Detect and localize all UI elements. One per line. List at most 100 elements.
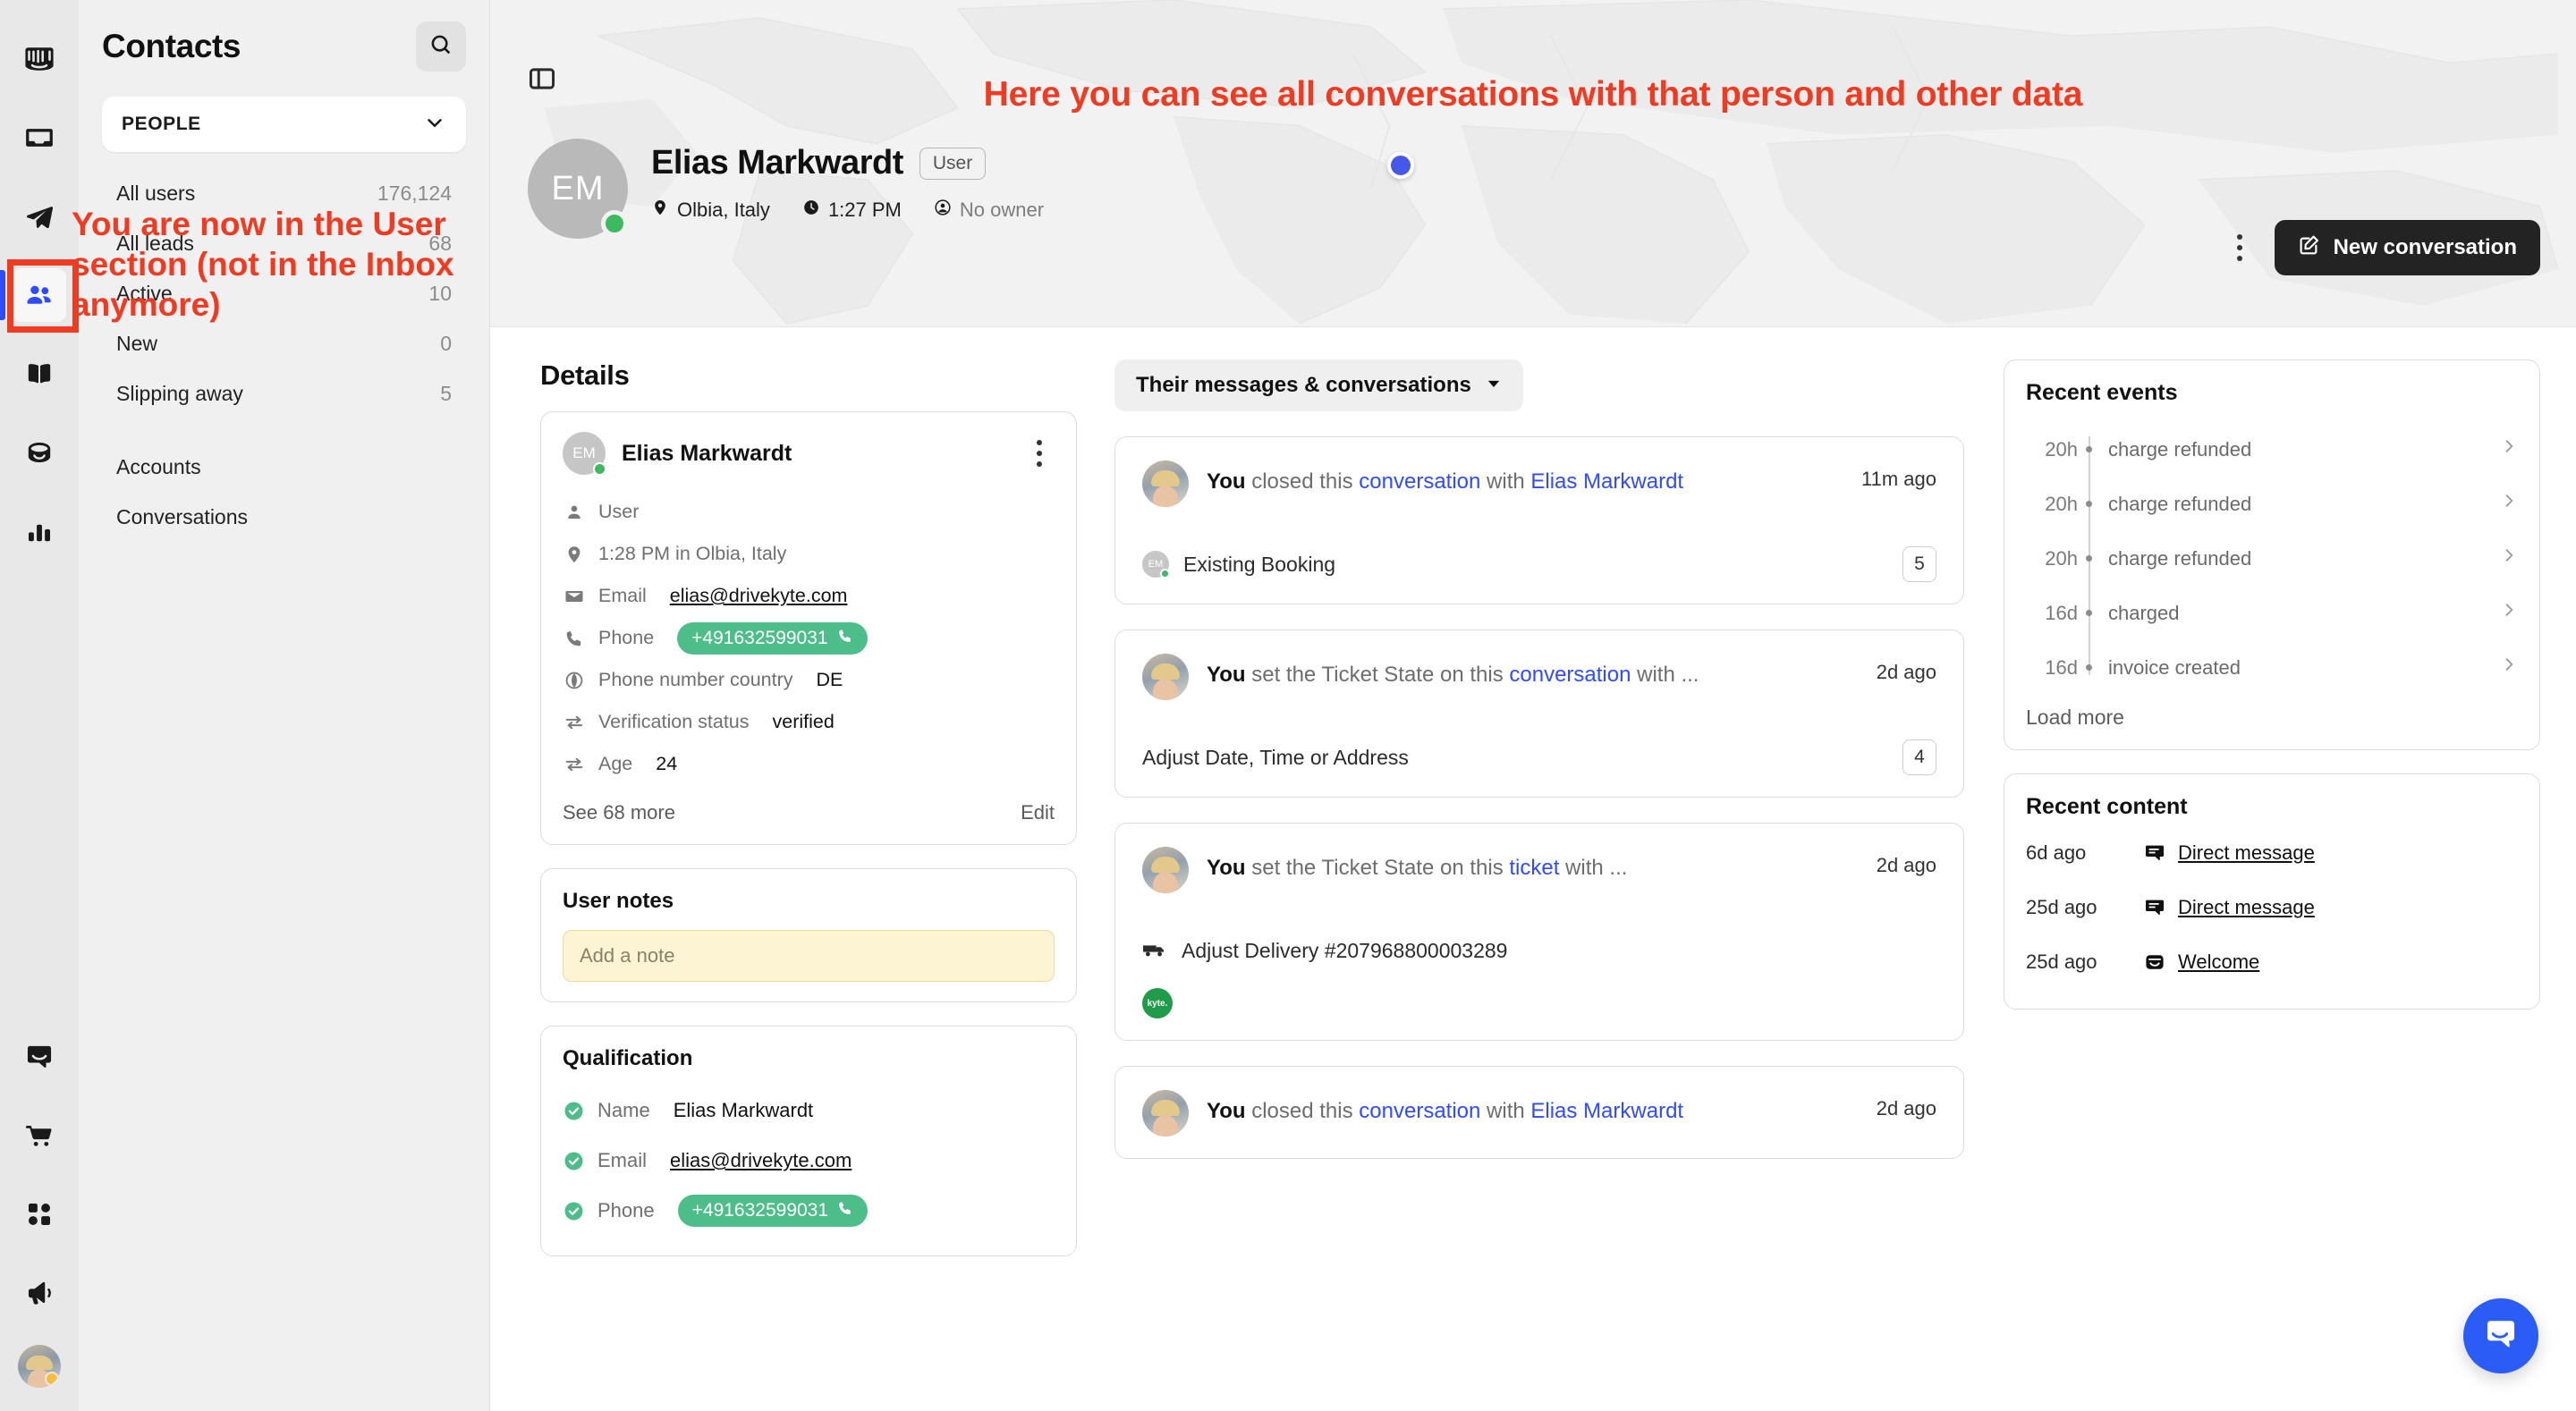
nav-fin[interactable] [13,426,66,479]
conversation-timestamp: 11m ago [1861,468,1936,490]
annotation-top-text: Here you can see all conversations with … [983,75,2083,114]
actor-name: You [1207,663,1246,687]
qualification-row-email: Email elias@drivekyte.com [563,1136,1055,1186]
content-link[interactable]: Welcome [2178,951,2259,974]
phone-icon [837,628,853,649]
conversation-link[interactable]: conversation [1509,663,1631,687]
detail-email-value[interactable]: elias@drivekyte.com [670,585,848,607]
contact-link[interactable]: Elias Markwardt [1530,1099,1683,1123]
person-circle-icon [934,199,952,222]
sidebar-item-conversations[interactable]: Conversations [102,492,466,542]
map-pin-icon [651,199,669,222]
recent-events-list: 20h charge refunded 20h charge refunded [2026,411,2518,700]
conversation-summary: You set the Ticket State on this ticket … [1207,847,1859,883]
conversation-card[interactable]: You set the Ticket State on this ticket … [1114,823,1964,1041]
avatar-face [1153,872,1178,893]
nav-messenger[interactable] [13,1030,66,1084]
content-time: 25d ago [2026,950,2097,973]
chevron-right-icon [2500,435,2518,464]
conversation-card[interactable]: You set the Ticket State on this convers… [1114,629,1964,798]
actor-name: You [1207,1099,1246,1123]
sidebar-divider-gap [102,418,466,442]
nav-knowledge[interactable] [13,347,66,401]
nav-inbox[interactable] [13,111,66,165]
details-name: Elias Markwardt [622,440,792,466]
avatar-hair [1151,857,1180,874]
intercom-chat-icon [2482,1315,2520,1357]
sidebar-item-new[interactable]: New 0 [102,318,466,368]
see-more-link[interactable]: See 68 more [563,801,675,824]
qualification-phone-value: +491632599031 [691,1200,829,1221]
phone-icon [837,1200,853,1221]
ticket-link[interactable]: ticket [1509,856,1559,880]
timeline-dot [2078,555,2099,562]
segment-label: New [116,331,158,355]
conversation-link[interactable]: conversation [1359,469,1480,494]
recent-event-row[interactable]: 20h charge refunded [2026,531,2518,586]
messenger-launcher-button[interactable] [2463,1298,2538,1373]
conversation-header: You set the Ticket State on this convers… [1142,654,1936,700]
contact-link[interactable]: Elias Markwardt [1530,469,1683,494]
details-title: Details [540,359,630,391]
content-link[interactable]: Direct message [2178,841,2315,865]
conversation-link[interactable]: conversation [1359,1099,1480,1123]
bar-chart-icon [25,517,54,545]
search-button[interactable] [416,21,466,72]
messages-filter-label: Their messages & conversations [1136,373,1471,397]
segment-label: All leads [116,231,194,255]
add-note-input[interactable]: Add a note [563,930,1055,982]
swap-icon [563,755,586,774]
conversation-summary: You closed this conversation with Elias … [1207,1090,1859,1126]
details-more-vertical-icon[interactable] [1024,434,1055,473]
action-text: closed this [1245,469,1360,494]
conversation-card[interactable]: You closed this conversation with Elias … [1114,436,1964,604]
user-avatar[interactable] [18,1345,61,1388]
recent-events-card: Recent events 20h charge refunded 20h ch… [2004,359,2540,750]
recent-content-row[interactable]: 25d ago Direct message [2026,880,2518,934]
sidebar-item-active[interactable]: Active 10 [102,268,466,318]
nav-contacts[interactable] [0,268,66,322]
nav-reports[interactable] [13,504,66,558]
intercom-logo-icon [24,44,55,74]
event-label: invoice created [2108,655,2241,679]
qualification-email-value[interactable]: elias@drivekyte.com [670,1149,852,1172]
recent-content-row[interactable]: 6d ago Direct message [2026,825,2518,880]
nav-news[interactable] [13,1266,66,1320]
recent-event-row[interactable]: 20h charge refunded [2026,477,2518,531]
chevron-down-icon [1486,373,1502,398]
recent-content-list: 6d ago Direct message 25d ago Direct mes… [2026,825,2518,989]
actor-name: You [1207,469,1246,494]
load-more-button[interactable]: Load more [2026,706,2518,730]
people-select[interactable]: PEOPLE [102,97,466,152]
nav-outbound[interactable] [13,190,66,243]
contact-mini-avatar: EM [1142,551,1170,579]
messages-filter-dropdown[interactable]: Their messages & conversations [1114,359,1523,411]
conversation-subject: Adjust Date, Time or Address [1142,745,1409,769]
conversation-card[interactable]: You closed this conversation with Elias … [1114,1066,1964,1159]
recent-event-row[interactable]: 20h charge refunded [2026,422,2518,477]
sidebar-item-all-users[interactable]: All users 176,124 [102,168,466,218]
contact-avatar-wrap: EM [528,139,628,239]
nav-apps[interactable] [13,1187,66,1241]
content-link[interactable]: Direct message [2178,896,2315,919]
nav-intercom-logo[interactable] [13,32,66,86]
search-icon [428,32,453,62]
content-time: 25d ago [2026,895,2097,918]
recent-event-row[interactable]: 16d invoice created [2026,640,2518,695]
more-vertical-icon[interactable] [2224,228,2255,267]
detail-phone-value: +491632599031 [691,627,828,648]
recent-event-row[interactable]: 16d charged [2026,586,2518,640]
qualification-phone-pill[interactable]: +491632599031 [677,1195,869,1227]
edit-link[interactable]: Edit [1021,801,1055,824]
people-select-label: PEOPLE [122,114,201,134]
contact-owner[interactable]: No owner [934,199,1044,222]
detail-row-user-type: User [563,491,1055,533]
recent-content-row[interactable]: 25d ago Welcome [2026,934,2518,989]
sidebar-item-accounts[interactable]: Accounts [102,442,466,492]
sidebar-item-all-leads[interactable]: All leads 68 [102,218,466,268]
nav-commerce[interactable] [13,1109,66,1162]
fin-icon [2144,951,2178,973]
sidebar-item-slipping-away[interactable]: Slipping away 5 [102,368,466,418]
detail-phone-pill[interactable]: +491632599031 [677,621,868,655]
new-conversation-button[interactable]: New conversation [2274,220,2540,275]
